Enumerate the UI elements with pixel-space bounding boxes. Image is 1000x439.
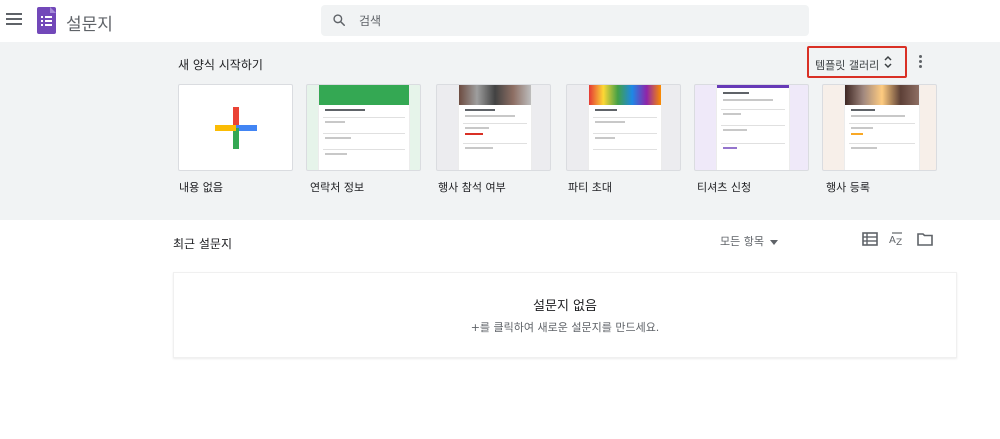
- template-tshirt-signup[interactable]: [694, 84, 809, 171]
- template-label: 연락처 정보: [310, 181, 365, 194]
- start-new-form-section: 새 양식 시작하기 템플릿 갤러리 내용 없음 연락처 정보 행사 참석 여부 …: [0, 42, 1000, 220]
- top-app-bar: 설문지: [0, 0, 1000, 42]
- owner-filter-dropdown[interactable]: 모든 항목: [720, 233, 778, 249]
- forms-logo-icon[interactable]: [37, 7, 56, 34]
- template-label: 행사 등록: [826, 181, 870, 194]
- caret-down-icon: [769, 239, 778, 245]
- template-label: 내용 없음: [179, 181, 223, 194]
- more-options-icon[interactable]: [913, 54, 927, 72]
- empty-state-card: 설문지 없음 +를 클릭하여 새로운 설문지를 만드세요.: [173, 272, 957, 358]
- unfold-icon: [884, 55, 892, 69]
- template-party-invite[interactable]: [566, 84, 681, 171]
- search-icon[interactable]: [332, 13, 346, 27]
- template-rsvp[interactable]: [436, 84, 551, 171]
- template-thumbnail: [589, 85, 661, 170]
- owner-filter-label: 모든 항목: [720, 235, 764, 248]
- template-label: 파티 초대: [568, 181, 612, 194]
- search-bar[interactable]: [321, 5, 809, 36]
- section-title: 새 양식 시작하기: [178, 58, 263, 72]
- svg-text:Z: Z: [896, 238, 902, 246]
- empty-state-description: +를 클릭하여 새로운 설문지를 만드세요.: [470, 321, 660, 334]
- plus-icon: [215, 107, 257, 149]
- template-label: 행사 참석 여부: [438, 181, 506, 194]
- template-event-registration[interactable]: [822, 84, 937, 171]
- template-thumbnail: [717, 85, 789, 170]
- search-input[interactable]: [359, 5, 799, 36]
- template-label: 티셔츠 신청: [697, 181, 752, 194]
- template-contact-info[interactable]: [306, 84, 421, 171]
- empty-state-title: 설문지 없음: [533, 299, 597, 314]
- template-gallery-label: 템플릿 갤러리: [815, 59, 880, 72]
- list-view-icon[interactable]: [862, 232, 878, 246]
- app-title[interactable]: 설문지: [66, 10, 113, 35]
- template-thumbnail: [845, 85, 919, 170]
- recent-forms-title: 최근 설문지: [173, 237, 233, 251]
- svg-text:A: A: [889, 235, 896, 246]
- template-thumbnail: [459, 85, 531, 170]
- template-thumbnail: [319, 85, 409, 170]
- template-gallery-button[interactable]: 템플릿 갤러리: [807, 46, 907, 78]
- main-menu-icon[interactable]: [6, 13, 22, 27]
- template-blank[interactable]: [178, 84, 293, 171]
- folder-icon[interactable]: [917, 232, 933, 246]
- sort-az-icon[interactable]: A Z: [889, 232, 905, 246]
